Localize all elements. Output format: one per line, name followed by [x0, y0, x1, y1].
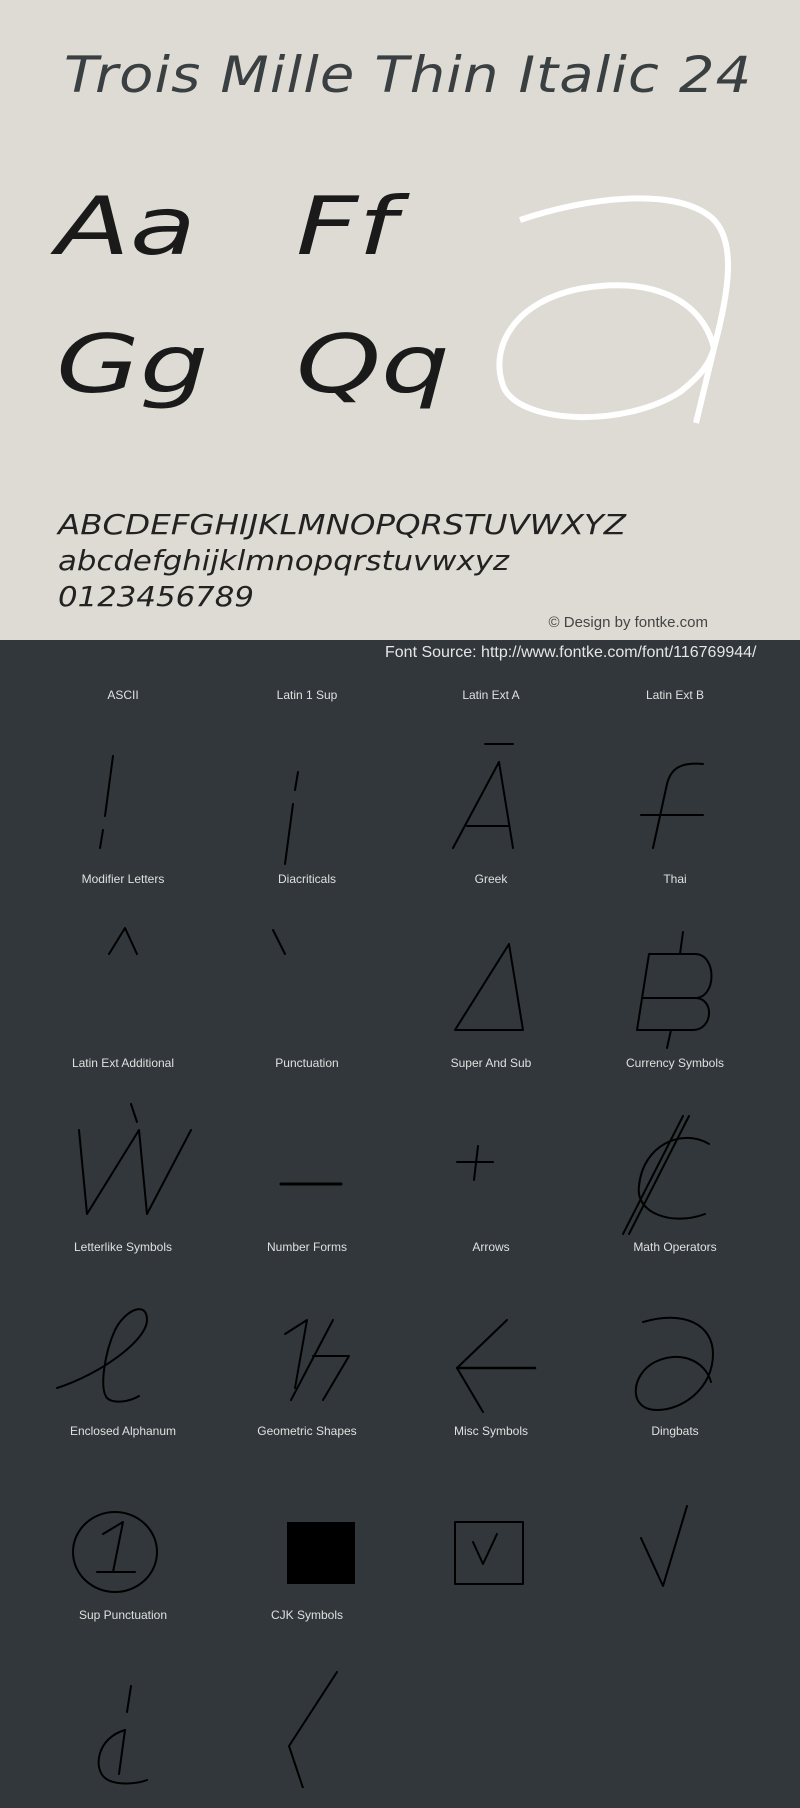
inverted-exclamation-icon: [284, 771, 299, 865]
sample-pair-gg: Gg: [56, 318, 209, 411]
block-label: Super And Sub: [450, 1056, 532, 1070]
block-label: Latin Ext B: [645, 688, 705, 702]
block-label: Geometric Shapes: [257, 1424, 357, 1438]
en-dash-icon: [279, 1182, 343, 1186]
font-source-link[interactable]: Font Source: http://www.fontke.com/font/…: [385, 644, 756, 662]
block-label: Arrows: [472, 1240, 510, 1254]
unicode-block-misc-symbols: Misc Symbols: [399, 1424, 583, 1608]
delta-icon: [454, 943, 524, 1031]
block-label: Math Operators: [633, 1240, 717, 1254]
unicode-block-cjk-symbols: CJK Symbols: [215, 1608, 399, 1792]
left-arrow-icon: [455, 1319, 537, 1413]
unicode-block-latin-ext-additional: Latin Ext Additional: [31, 1056, 215, 1240]
unicode-block-super-and-sub: Super And Sub: [399, 1056, 583, 1240]
f-hook-icon: [640, 762, 704, 849]
inverted-interrobang-icon: [97, 1685, 148, 1785]
block-label: Dingbats: [651, 1424, 699, 1438]
block-label: Misc Symbols: [453, 1424, 528, 1438]
script-l-icon: [56, 1308, 148, 1403]
superscript-plus-icon: [456, 1145, 494, 1181]
font-title: Trois Mille Thin Italic 24: [64, 46, 753, 104]
circled-one-icon: [72, 1511, 158, 1593]
sample-pair-ff: Ff: [296, 180, 397, 273]
black-square-icon: [287, 1522, 355, 1584]
block-label: Diacriticals: [277, 872, 336, 886]
block-label: Latin 1 Sup: [276, 688, 338, 702]
unicode-block-letterlike-symbols: Letterlike Symbols: [31, 1240, 215, 1424]
unicode-block-modifier-letters: Modifier Letters: [31, 872, 215, 1056]
block-label: Latin Ext A: [462, 688, 520, 702]
font-preview-panel: Trois Mille Thin Italic 24 Aa Ff Gg Qq A…: [0, 0, 800, 640]
unicode-block-enclosed-alphanum: Enclosed Alphanum: [31, 1424, 215, 1608]
block-label: Greek: [474, 872, 508, 886]
block-label: Punctuation: [275, 1056, 339, 1070]
exclamation-icon: [99, 755, 114, 849]
unicode-block-latin-ext-b: Latin Ext B: [583, 688, 767, 872]
sample-pair-qq: Qq: [296, 318, 450, 411]
unicode-block-latin-1-sup: Latin 1 Sup: [215, 688, 399, 872]
baht-icon: [636, 931, 713, 1049]
design-credit: © Design by fontke.com: [548, 614, 708, 631]
block-label: Currency Symbols: [625, 1056, 725, 1070]
unicode-block-greek: Greek: [399, 872, 583, 1056]
unicode-block-arrows: Arrows: [399, 1240, 583, 1424]
partial-differential-icon: [634, 1316, 714, 1411]
block-label: Letterlike Symbols: [73, 1240, 173, 1254]
unicode-block-currency-symbols: Currency Symbols: [583, 1056, 767, 1240]
circumflex-icon: [108, 927, 138, 955]
w-grave-icon: [78, 1103, 192, 1215]
unicode-block-geometric-shapes: Geometric Shapes: [215, 1424, 399, 1608]
lowercase-sample: abcdefghijklmnopqrstuvwxyz: [58, 544, 510, 577]
digits-sample: 0123456789: [58, 580, 254, 613]
block-label: Latin Ext Additional: [71, 1056, 175, 1070]
uppercase-sample: ABCDEFGHIJKLMNOPQRSTUVWXYZ: [58, 508, 627, 541]
block-label: ASCII: [107, 688, 139, 702]
unicode-block-thai: Thai: [583, 872, 767, 1056]
unicode-block-latin-ext-a: Latin Ext A: [399, 688, 583, 872]
hero-glyph-a: [496, 195, 731, 424]
unicode-block-sup-punctuation: Sup Punctuation: [31, 1608, 215, 1792]
unicode-block-number-forms: Number Forms: [215, 1240, 399, 1424]
grave-accent-icon: [272, 929, 286, 955]
block-label: Modifier Letters: [81, 872, 165, 886]
a-macron-icon: [452, 743, 514, 849]
unicode-block-diacriticals: Diacriticals: [215, 872, 399, 1056]
unicode-block-math-operators: Math Operators: [583, 1240, 767, 1424]
left-angle-bracket-icon: [288, 1671, 338, 1788]
unicode-block-punctuation: Punctuation: [215, 1056, 399, 1240]
sample-pair-aa: Aa: [56, 180, 197, 273]
one-seventh-icon: [284, 1319, 350, 1401]
block-label: Number Forms: [266, 1240, 347, 1254]
block-label: CJK Symbols: [270, 1608, 344, 1622]
colon-sign-icon: [622, 1115, 710, 1235]
ballot-box-check-icon: [454, 1521, 524, 1585]
block-label: Enclosed Alphanum: [69, 1424, 177, 1438]
block-label: Sup Punctuation: [78, 1608, 168, 1622]
block-label: Thai: [663, 872, 687, 886]
unicode-block-ascii: ASCII: [31, 688, 215, 872]
unicode-block-dingbats: Dingbats: [583, 1424, 767, 1608]
check-mark-icon: [640, 1505, 688, 1587]
